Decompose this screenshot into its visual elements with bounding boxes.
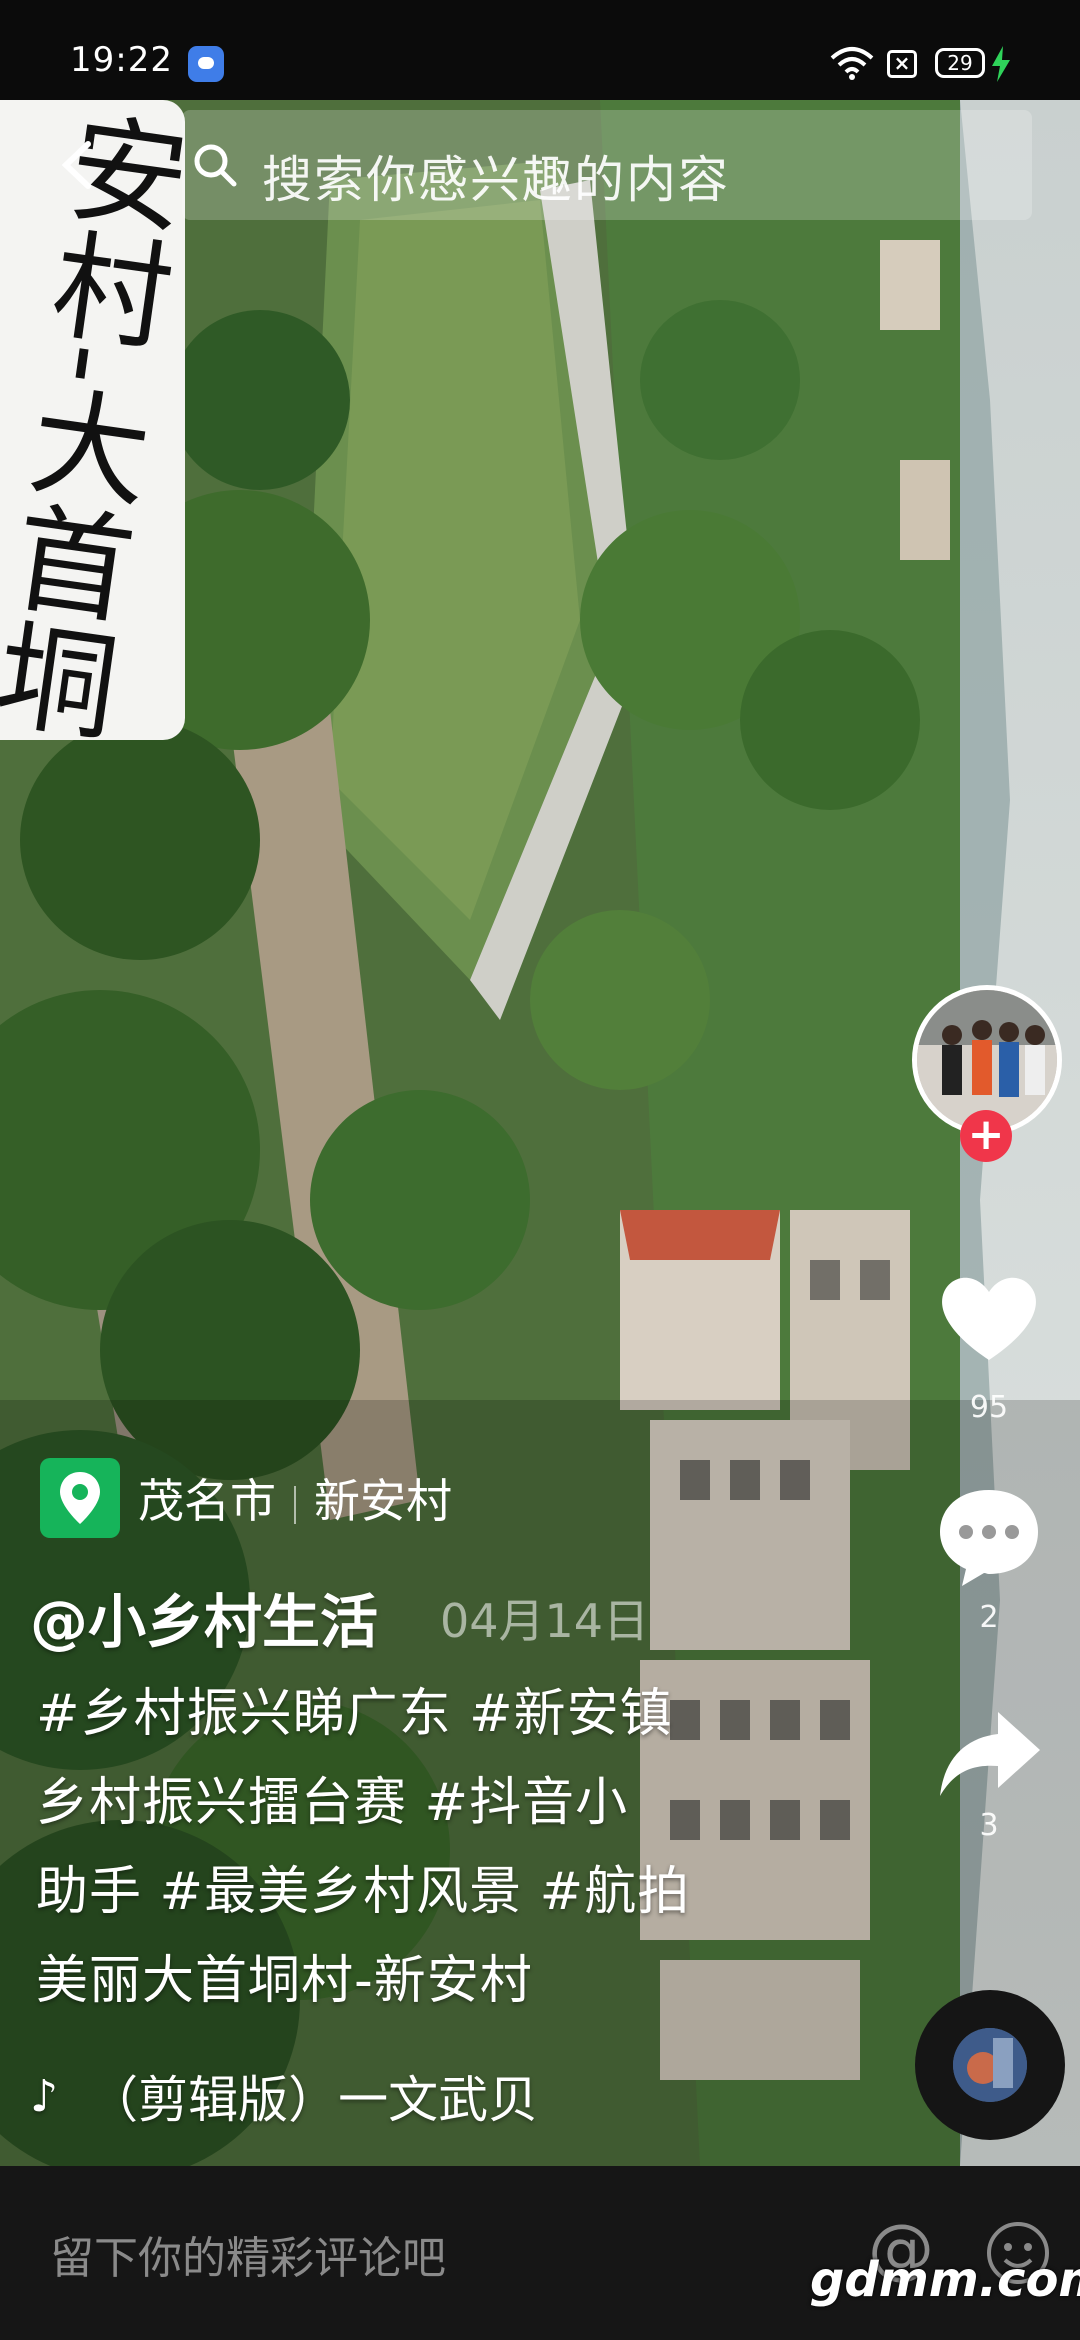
location-pin-icon bbox=[40, 1458, 120, 1538]
comment-input[interactable]: 留下你的精彩评论吧 bbox=[50, 2222, 446, 2286]
watermark-text: gdmm.com bbox=[810, 2252, 1080, 2308]
post-date: 04月14日 bbox=[440, 1594, 650, 1648]
charging-bolt-icon bbox=[992, 46, 1010, 82]
location-tag[interactable]: 茂名市 新安村 bbox=[40, 1458, 452, 1538]
music-cover-icon bbox=[953, 2028, 1027, 2102]
back-arrow-icon[interactable] bbox=[58, 140, 94, 190]
location-city: 茂名市 bbox=[138, 1474, 276, 1528]
like-heart-icon[interactable] bbox=[934, 1262, 1044, 1372]
location-divider bbox=[294, 1485, 296, 1524]
description-line: 美丽大首垌村-新安村 bbox=[36, 1951, 533, 2011]
description-line: 助手 #最美乡村风景 #航拍 bbox=[36, 1862, 691, 1922]
location-village: 新安村 bbox=[314, 1474, 452, 1528]
author-name[interactable]: @小乡村生活 bbox=[30, 1575, 378, 1659]
search-bar[interactable]: 搜索你感兴趣的内容 bbox=[182, 110, 1032, 220]
share-count: 3 bbox=[979, 1808, 999, 1843]
status-time: 19:22 bbox=[70, 40, 173, 80]
comment-count: 2 bbox=[979, 1600, 999, 1635]
battery-indicator: 29 bbox=[935, 48, 985, 78]
comment-bubble-icon[interactable] bbox=[934, 1482, 1044, 1592]
description-line: 乡村振兴擂台赛 #抖音小 bbox=[36, 1773, 629, 1833]
wifi-icon bbox=[830, 47, 874, 80]
music-note-icon: ♪ bbox=[30, 2070, 59, 2122]
music-info[interactable]: ♪ （剪辑版）一文武贝 bbox=[30, 2060, 538, 2132]
handwritten-sign-text: 安村-大首垌 bbox=[0, 101, 185, 740]
handwritten-sign: 安村-大首垌 bbox=[0, 100, 185, 740]
share-arrow-icon[interactable] bbox=[934, 1700, 1044, 1810]
status-bar: 19:22 × 29 bbox=[0, 0, 1080, 100]
video-description[interactable]: #乡村振兴睇广东 #新安镇 乡村振兴擂台赛 #抖音小 助手 #最美乡村风景 #航… bbox=[36, 1670, 756, 2026]
search-icon bbox=[194, 144, 237, 187]
music-disc[interactable] bbox=[915, 1990, 1065, 2140]
description-line: #乡村振兴睇广东 #新安镇 bbox=[36, 1684, 673, 1744]
no-sim-icon: × bbox=[887, 50, 917, 78]
search-placeholder: 搜索你感兴趣的内容 bbox=[262, 151, 730, 209]
notification-app-icon bbox=[188, 46, 224, 82]
music-title: （剪辑版）一文武贝 bbox=[88, 2071, 539, 2129]
like-count: 95 bbox=[969, 1390, 1009, 1425]
follow-button[interactable]: + bbox=[960, 1110, 1012, 1162]
